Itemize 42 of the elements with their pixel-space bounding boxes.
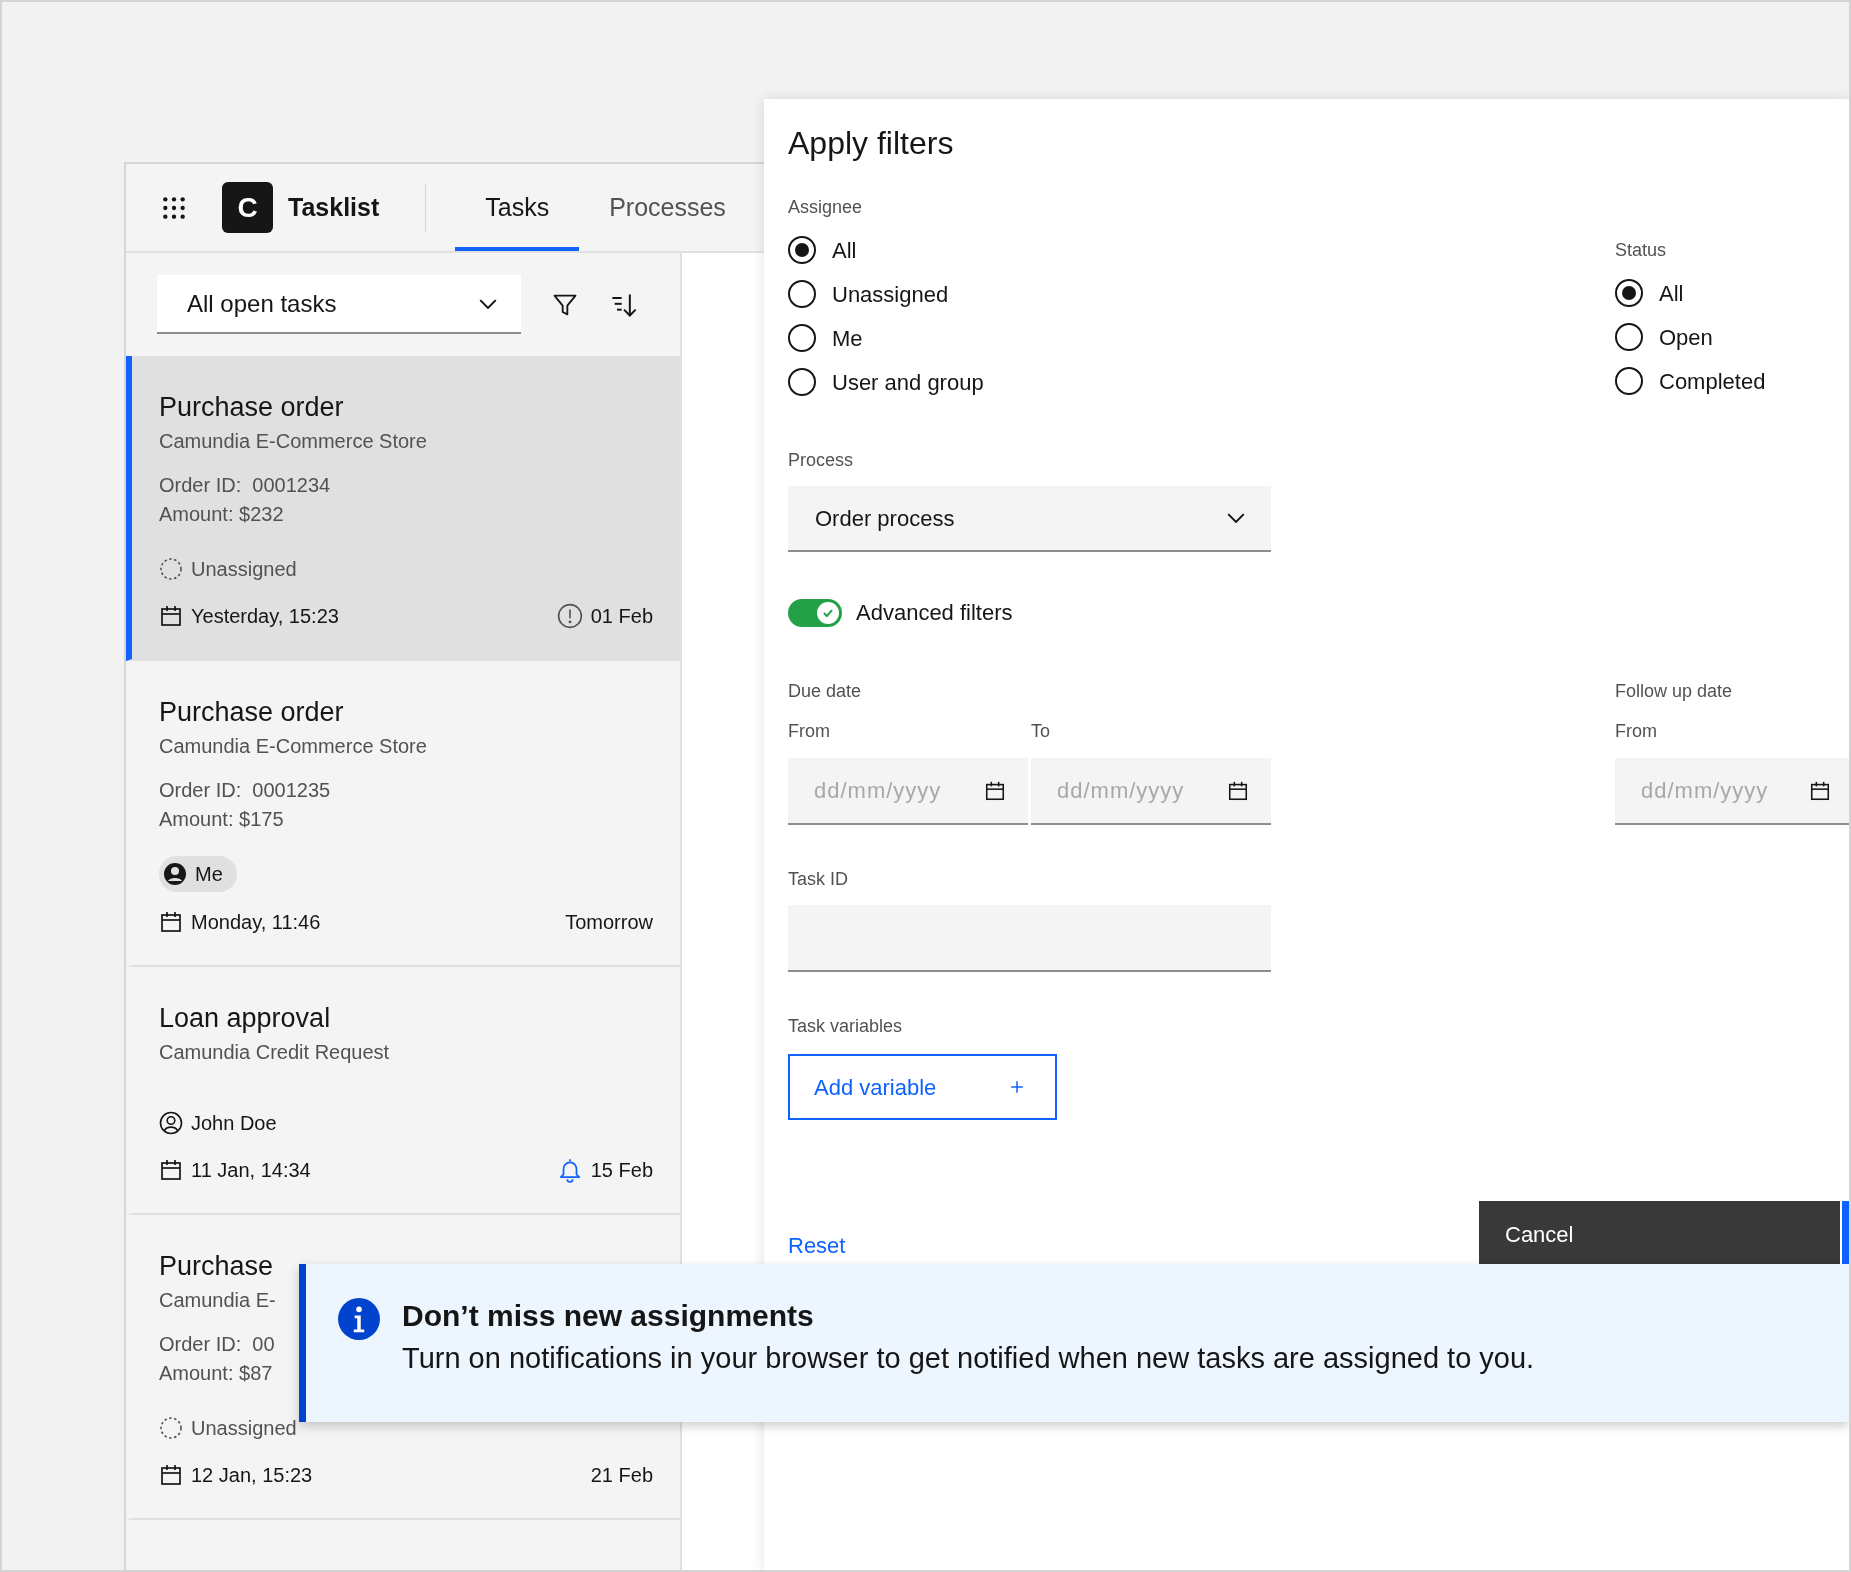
product-name: Tasklist (288, 191, 380, 223)
task-title: Loan approval (159, 1002, 332, 1034)
task-process-name: Camundia Credit Request (159, 1040, 391, 1065)
field-label: From (1615, 720, 1658, 743)
task-detail: Amount: $87 (159, 1361, 273, 1386)
field-label: Status (1615, 239, 1668, 262)
field-label: Process (788, 449, 855, 472)
notification-message: Turn on notifications in your browser to get notified when new tasks are assigned to you. (402, 1341, 1535, 1376)
task-detail: Order ID: 0001234 (159, 473, 331, 498)
task-title: Purchase order (159, 391, 345, 423)
task-process-name: Camundia E- (159, 1288, 277, 1313)
assignee-label: Unassigned (191, 1416, 297, 1441)
field-label: To (1031, 720, 1051, 743)
assignee-tag: Me (159, 856, 237, 892)
notification-title: Don’t miss new assignments (402, 1298, 815, 1334)
assignee-label: John Doe (191, 1111, 277, 1136)
field-label: Assignee (788, 196, 864, 219)
toggle-label: Advanced filters (856, 599, 1013, 627)
creation-date: 12 Jan, 15:23 (191, 1463, 313, 1488)
task-process-name: Camundia E-Commerce Store (159, 429, 428, 454)
panel-title: Apply filters (788, 124, 955, 163)
task-title: Purchase order (159, 696, 345, 728)
due-date: Tomorrow (565, 910, 653, 935)
due-date: 01 Feb (590, 604, 653, 629)
creation-date: 11 Jan, 14:34 (191, 1158, 311, 1183)
field-label: Due date (788, 680, 863, 703)
task-process-name: Camundia E-Commerce Store (159, 734, 428, 759)
field-label: Task ID (788, 868, 849, 891)
due-date: 15 Feb (590, 1158, 653, 1183)
task-detail: Order ID: 0001235 (159, 778, 331, 803)
task-detail: Amount: $175 (159, 807, 284, 832)
creation-date: Yesterday, 15:23 (191, 604, 339, 629)
task-detail: Order ID: 00 (159, 1332, 275, 1357)
task-title: Purchase (159, 1250, 275, 1282)
due-date: 21 Feb (590, 1463, 653, 1488)
product-logo: C (222, 182, 273, 233)
field-label: Task variables (788, 1015, 904, 1038)
task-detail: Amount: $232 (159, 502, 284, 527)
assignee-label: Unassigned (191, 557, 297, 582)
field-label: Follow up date (1615, 680, 1734, 703)
creation-date: Monday, 11:46 (191, 910, 321, 935)
field-label: From (788, 720, 831, 743)
